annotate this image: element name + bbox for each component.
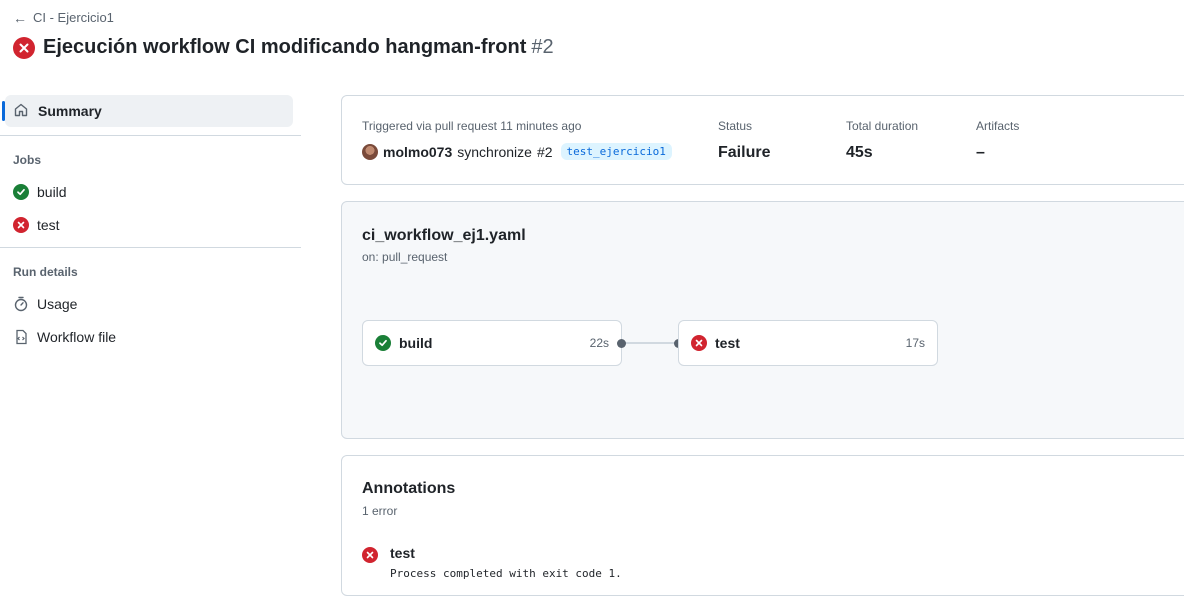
- sidebar-item-label: Summary: [38, 103, 102, 119]
- connector-dot: [617, 339, 626, 348]
- run-details-heading: Run details: [13, 265, 78, 279]
- workflow-trigger: on: pull_request: [362, 250, 448, 264]
- artifacts-label: Artifacts: [976, 119, 1020, 133]
- sidebar: Summary Jobs build test Run details Usag…: [0, 95, 301, 353]
- sidebar-item-label: test: [37, 216, 60, 233]
- sidebar-item-test[interactable]: test: [0, 208, 301, 241]
- stopwatch-icon: [13, 296, 29, 312]
- annotation-body: test Process completed with exit code 1.: [390, 545, 622, 580]
- divider: [0, 135, 301, 136]
- jobs-heading: Jobs: [13, 153, 42, 167]
- job-duration: 17s: [905, 336, 925, 350]
- workflow-file-name[interactable]: ci_workflow_ej1.yaml: [362, 227, 526, 245]
- sidebar-item-usage[interactable]: Usage: [0, 287, 301, 320]
- file-code-icon: [13, 329, 29, 345]
- run-info-card: Triggered via pull request 11 minutes ag…: [341, 95, 1184, 185]
- status-value: Failure: [718, 144, 771, 161]
- annotations-title: Annotations: [362, 480, 456, 497]
- annotation-message: Process completed with exit code 1.: [390, 567, 622, 580]
- status-label: Status: [718, 119, 753, 133]
- status-column: Status Failure: [718, 119, 770, 162]
- home-icon: [13, 102, 29, 121]
- duration-value: 45s: [846, 144, 873, 161]
- job-name: build: [399, 335, 433, 351]
- pr-link[interactable]: #2: [537, 144, 553, 160]
- back-link[interactable]: ← CI - Ejercicio1: [13, 10, 114, 25]
- back-link-label: CI - Ejercicio1: [33, 10, 114, 25]
- check-circle-icon: [375, 335, 391, 351]
- workflow-graph-card: ci_workflow_ej1.yaml on: pull_request bu…: [341, 201, 1184, 439]
- job-node-build[interactable]: build 22s: [362, 320, 622, 366]
- job-duration: 22s: [589, 336, 609, 350]
- annotation-job-link[interactable]: test: [390, 545, 622, 561]
- trigger-text: Triggered via pull request 11 minutes ag…: [362, 119, 582, 133]
- annotation-item: test Process completed with exit code 1.: [362, 545, 622, 580]
- page-title-row: Ejecución workflow CI modificando hangma…: [13, 36, 554, 59]
- run-number: #2: [531, 36, 554, 58]
- artifacts-column: Artifacts –: [976, 119, 1019, 162]
- trigger-actor-row: molmo073 synchronize #2 test_ejercicio1: [362, 143, 672, 160]
- sidebar-item-summary[interactable]: Summary: [2, 95, 293, 127]
- job-name: test: [715, 335, 740, 351]
- annotations-count: 1 error: [362, 504, 398, 518]
- trigger-action: synchronize: [457, 143, 532, 160]
- actor-link[interactable]: molmo073: [383, 144, 452, 160]
- page-title: Ejecución workflow CI modificando hangma…: [43, 36, 554, 59]
- artifacts-value: –: [976, 144, 985, 161]
- job-node-test[interactable]: test 17s: [678, 320, 938, 366]
- sidebar-item-label: build: [37, 183, 67, 200]
- avatar[interactable]: [362, 143, 378, 160]
- duration-column: Total duration 45s: [846, 119, 918, 162]
- branch-tag[interactable]: test_ejercicio1: [560, 143, 672, 160]
- x-circle-icon: [13, 36, 35, 59]
- duration-label: Total duration: [846, 119, 919, 133]
- sidebar-item-label: Workflow file: [37, 328, 117, 345]
- check-circle-icon: [13, 183, 29, 200]
- x-circle-icon: [362, 547, 378, 563]
- sidebar-item-workflow-file[interactable]: Workflow file: [0, 320, 301, 353]
- job-connector: [623, 342, 678, 344]
- run-title: Ejecución workflow CI modificando hangma…: [43, 36, 527, 58]
- x-circle-icon: [13, 216, 29, 233]
- arrow-left-icon: ←: [13, 9, 27, 26]
- annotations-card: Annotations 1 error test Process complet…: [341, 455, 1184, 596]
- sidebar-item-label: Usage: [37, 295, 78, 312]
- x-circle-icon: [691, 335, 707, 351]
- divider: [0, 247, 301, 248]
- sidebar-item-build[interactable]: build: [0, 175, 301, 208]
